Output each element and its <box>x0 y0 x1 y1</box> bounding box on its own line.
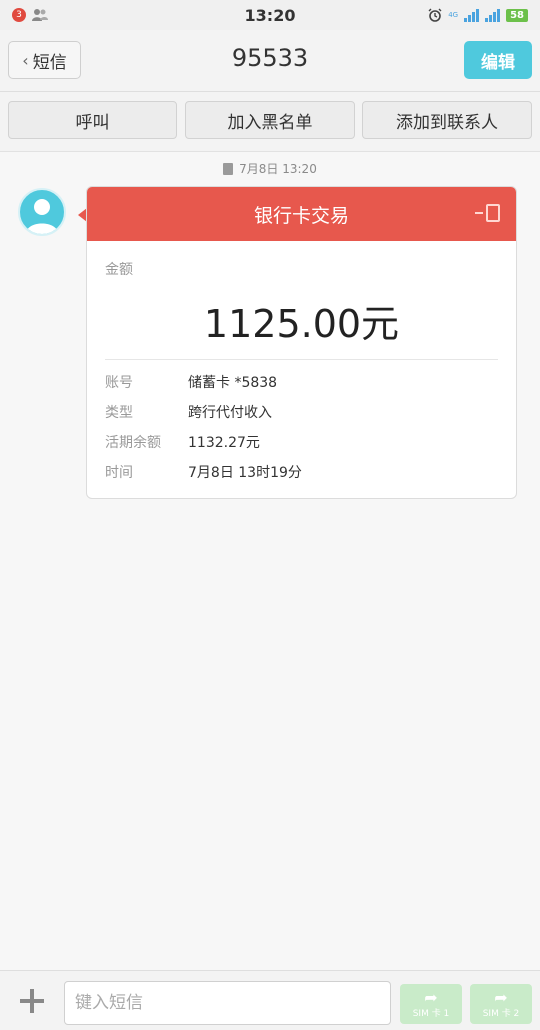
sim2-label: SIM 卡 2 <box>482 1008 520 1019</box>
network-type: 4G <box>448 11 459 19</box>
status-left: 3 <box>12 8 48 22</box>
signal-icon-2 <box>485 8 501 22</box>
avatar[interactable] <box>18 188 66 236</box>
amount-label: 金额 <box>105 262 133 278</box>
page-title: 95533 <box>231 44 309 72</box>
send-sim1-button[interactable]: ➦ SIM 卡 1 <box>400 984 462 1024</box>
composer-bar: ➦ SIM 卡 1 ➦ SIM 卡 2 <box>0 970 540 1030</box>
message-date-text: 7月8日 13:20 <box>239 162 317 176</box>
person-icon <box>26 199 58 234</box>
blacklist-button[interactable]: 加入黑名单 <box>185 101 355 139</box>
status-right: 4G 58 <box>428 8 528 22</box>
detail-label: 时间 <box>105 465 133 481</box>
notification-badge: 3 <box>12 8 26 22</box>
detail-value: 跨行代付收入 <box>188 405 272 421</box>
contacts-icon <box>32 9 48 21</box>
back-button[interactable]: ‹ 短信 <box>8 41 81 79</box>
send-sim2-button[interactable]: ➦ SIM 卡 2 <box>470 984 532 1024</box>
detail-value: 储蓄卡 *5838 <box>188 375 278 391</box>
alarm-icon <box>428 8 442 22</box>
detail-row: 类型 跨行代付收入 <box>105 401 498 423</box>
detail-label: 类型 <box>105 405 133 421</box>
message-date: 7月8日 13:20 <box>0 160 540 177</box>
detail-label: 账号 <box>105 375 133 391</box>
battery-icon: 58 <box>506 8 528 22</box>
call-button[interactable]: 呼叫 <box>8 101 177 139</box>
arrow-icon <box>475 212 483 214</box>
view-original-icon[interactable] <box>475 204 500 222</box>
status-bar: 3 13:20 4G 58 <box>0 0 540 30</box>
sms-input[interactable] <box>64 981 391 1025</box>
detail-row: 时间 7月8日 13时19分 <box>105 461 498 483</box>
card-title: 银行卡交易 <box>253 204 349 227</box>
header-bar: ‹ 短信 95533 编辑 <box>0 30 540 92</box>
sim-icon <box>223 162 234 175</box>
share-arrow-icon: ➦ <box>494 987 508 1007</box>
card-header: 银行卡交易 <box>87 187 516 241</box>
back-button-label: 短信 <box>32 52 67 73</box>
transaction-card[interactable]: 银行卡交易 金额 1125.00元 账号 储蓄卡 *5838 类型 跨行代付收入… <box>86 186 517 499</box>
detail-value: 7月8日 13时19分 <box>188 465 302 481</box>
document-icon <box>486 204 500 222</box>
detail-label: 活期余额 <box>105 435 161 451</box>
detail-row: 账号 储蓄卡 *5838 <box>105 371 498 393</box>
chevron-left-icon: ‹ <box>22 50 29 70</box>
edit-button[interactable]: 编辑 <box>464 41 532 79</box>
sim1-label: SIM 卡 1 <box>412 1008 450 1019</box>
divider <box>105 359 498 360</box>
signal-icon-1 <box>464 8 480 22</box>
detail-value: 1132.27元 <box>188 435 260 451</box>
share-arrow-icon: ➦ <box>424 987 438 1007</box>
amount-value: 1125.00元 <box>203 302 400 346</box>
action-row: 呼叫 加入黑名单 添加到联系人 <box>0 92 540 152</box>
add-contact-button[interactable]: 添加到联系人 <box>362 101 532 139</box>
add-attachment-button[interactable] <box>18 987 46 1015</box>
detail-row: 活期余额 1132.27元 <box>105 431 498 453</box>
